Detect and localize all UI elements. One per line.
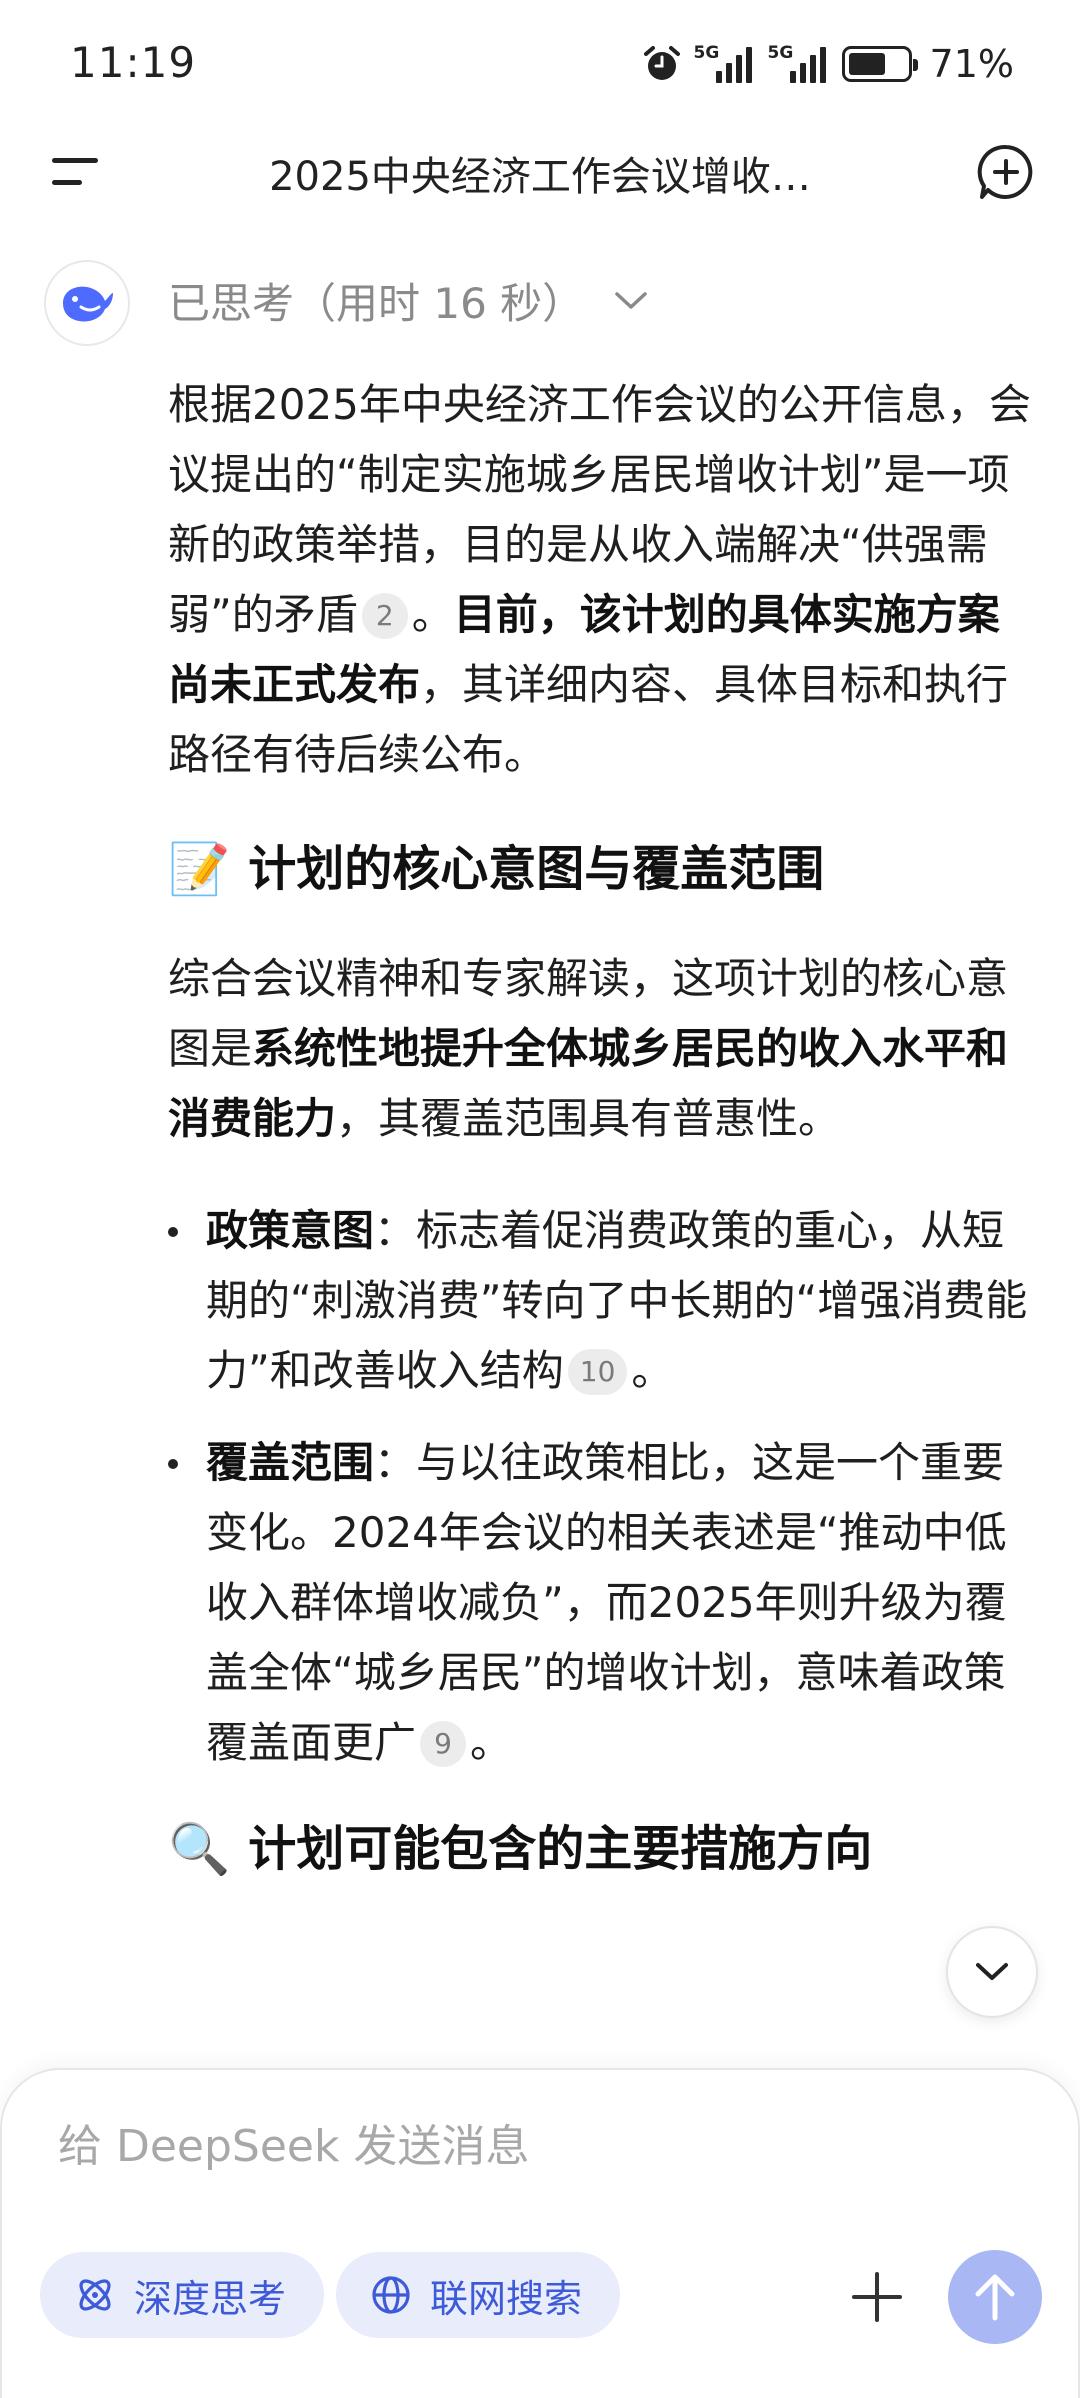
status-bar: 11:19 5G 5G 71% <box>0 0 1080 130</box>
memo-icon: 📝 <box>168 840 231 898</box>
deepseek-logo-icon <box>44 260 130 346</box>
message-composer: 给 DeepSeek 发送消息 深度思考 联网搜索 <box>0 2068 1080 2398</box>
arrow-up-icon <box>975 2274 1015 2321</box>
list-item: 政策意图：标志着促消费政策的重心，从短期的“刺激消费”转向了中长期的“增强消费能… <box>168 1196 1040 1406</box>
section-heading: 🔍 计划可能包含的主要措施方向 <box>168 1814 1038 1884</box>
battery-percent: 71% <box>929 42 1014 86</box>
list-item-text: 。 <box>631 1346 674 1395</box>
signal-icon: 5G <box>768 43 830 85</box>
atom-icon <box>79 2279 111 2311</box>
section-heading-text: 计划可能包含的主要措施方向 <box>248 1821 873 1877</box>
scroll-to-bottom-button[interactable] <box>946 1926 1038 2018</box>
chat-header: 2025中央经济工作会议增收… <box>0 130 1080 210</box>
paragraph-text: 。 <box>411 590 454 639</box>
thinking-toggle[interactable]: 已思考（用时 16 秒） <box>168 270 648 331</box>
web-search-label: 联网搜索 <box>430 2276 583 2321</box>
status-time: 11:19 <box>70 38 197 87</box>
status-icons: 5G 5G 71% <box>642 42 1014 86</box>
list-item-title: 覆盖范围 <box>206 1438 375 1487</box>
section-heading-text: 计划的核心意图与覆盖范围 <box>248 841 825 897</box>
deep-think-label: 深度思考 <box>134 2276 287 2321</box>
assistant-message: 根据2025年中央经济工作会议的公开信息，会议提出的“制定实施城乡居民增收计划”… <box>168 370 1038 1884</box>
send-button[interactable] <box>948 2250 1042 2344</box>
chevron-down-icon <box>615 291 647 309</box>
signal-icon: 5G <box>694 43 756 85</box>
section-heading: 📝 计划的核心意图与覆盖范围 <box>168 834 1038 904</box>
new-chat-icon[interactable] <box>976 142 1036 202</box>
thinking-label: 已思考（用时 16 秒） <box>168 279 585 328</box>
citation-badge[interactable]: 10 <box>567 1349 628 1395</box>
citation-badge[interactable]: 9 <box>420 1721 467 1767</box>
globe-icon <box>372 2276 410 2314</box>
battery-icon <box>841 46 918 82</box>
list-item-text: ：与以往政策相比，这是一个重要变化。2024年会议的相关表述是“推动中低收入群体… <box>206 1438 1007 1767</box>
paragraph-summary: 综合会议精神和专家解读，这项计划的核心意图是系统性地提升全体城乡居民的收入水平和… <box>168 944 1038 1154</box>
menu-icon[interactable] <box>44 152 100 192</box>
list-item-title: 政策意图 <box>206 1206 375 1255</box>
paragraph-intro: 根据2025年中央经济工作会议的公开信息，会议提出的“制定实施城乡居民增收计划”… <box>168 370 1038 790</box>
chat-screen: 11:19 5G 5G 71% 2025中央经济工作会议增收… 已思考（用时 1… <box>0 0 1080 2398</box>
chevron-down-icon <box>976 1963 1008 1980</box>
attach-plus-icon[interactable] <box>850 2270 904 2324</box>
citation-badge[interactable]: 2 <box>361 593 408 639</box>
message-input[interactable]: 给 DeepSeek 发送消息 <box>58 2110 529 2174</box>
chat-title[interactable]: 2025中央经济工作会议增收… <box>200 144 880 202</box>
deep-think-button[interactable]: 深度思考 <box>40 2252 325 2338</box>
web-search-button[interactable]: 联网搜索 <box>336 2252 621 2338</box>
paragraph-text: ，其覆盖范围具有普惠性。 <box>336 1094 841 1143</box>
magnifier-icon: 🔍 <box>168 1820 231 1878</box>
alarm-icon <box>643 46 680 80</box>
list-item-text: 。 <box>470 1718 513 1767</box>
list-item: 覆盖范围：与以往政策相比，这是一个重要变化。2024年会议的相关表述是“推动中低… <box>168 1428 1040 1778</box>
